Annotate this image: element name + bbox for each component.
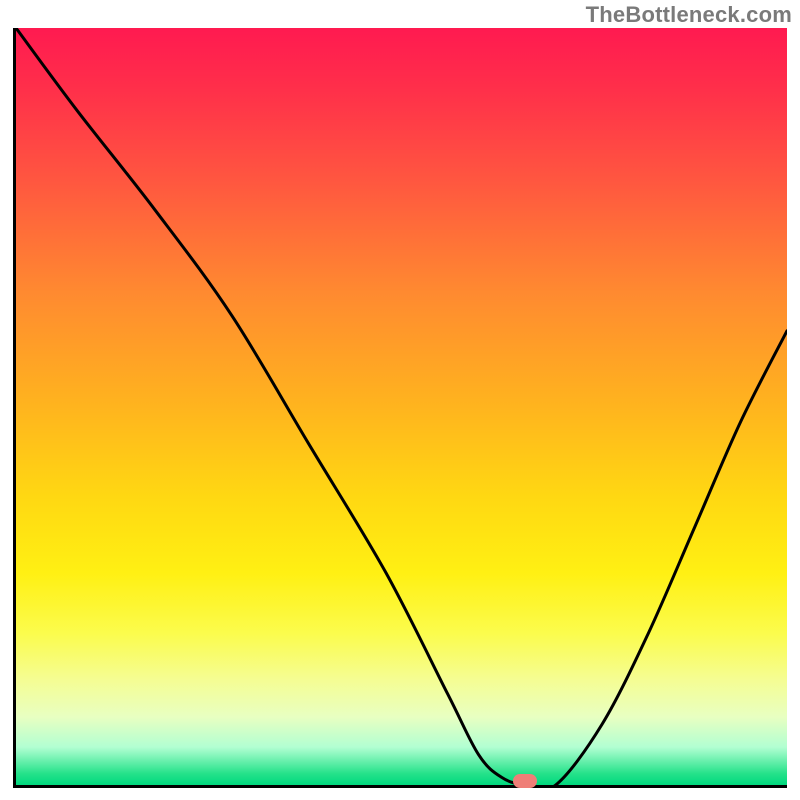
chart-container: TheBottleneck.com	[0, 0, 800, 800]
bottleneck-curve	[16, 28, 787, 785]
optimal-point-marker	[513, 774, 537, 788]
plot-area	[16, 28, 787, 785]
attribution-label: TheBottleneck.com	[586, 2, 792, 28]
